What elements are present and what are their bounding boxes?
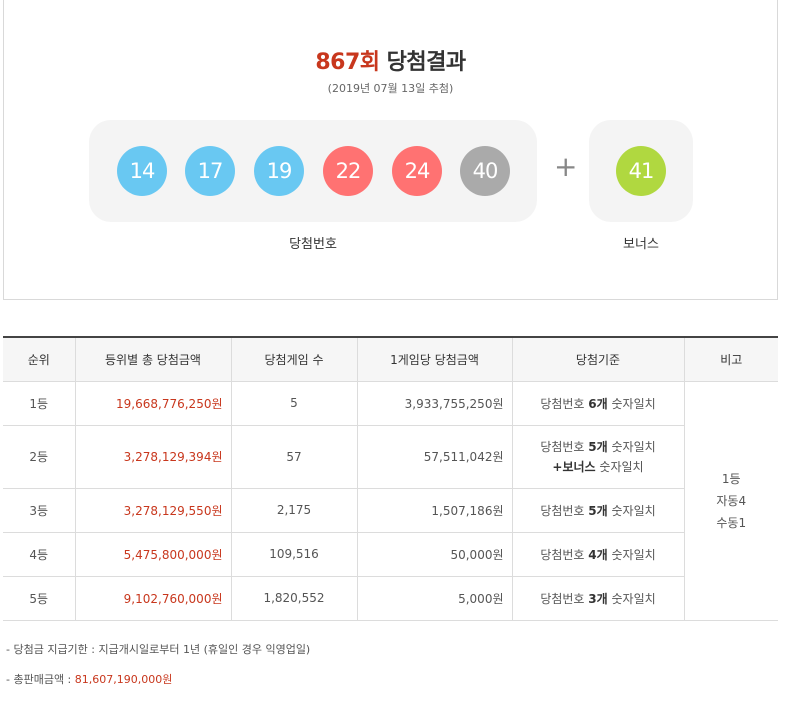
table-row: 1등 19,668,776,250원 5 3,933,755,250원 당첨번호… [3,380,778,621]
col-header-rank: 순위 [3,337,76,382]
criteria-text: 숫자일치 [607,547,656,562]
criteria-count: 3개 [588,591,608,606]
note-manual: 수동1 [716,515,747,530]
winning-games-cell: 109,516 [230,531,358,577]
table-header-row: 순위 등위별 총 당첨금액 당첨게임 수 1게임당 당첨금액 당첨기준 비고 [3,337,778,382]
criteria-bonus: +보너스 [552,459,596,474]
prize-per-game-cell: 3,933,755,250원 [356,380,513,426]
draw-title: 867회 당첨결과 [4,44,777,76]
winning-ball-5: 24 [392,146,442,196]
criteria-cell: 당첨번호 6개 숫자일치 [511,380,685,426]
rank-cell: 4등 [3,531,76,577]
plus-sign: + [554,150,578,183]
winning-ball-6: 40 [460,146,510,196]
criteria-text: 당첨번호 [540,439,589,454]
table-row: 2등 3,278,129,394원 57 57,511,042원 당첨번호 5개… [3,424,778,489]
total-sales-label: - 총판매금액 : [6,673,75,686]
criteria-text: 숫자일치 [607,503,656,518]
table-row: 5등 9,102,760,000원 1,820,552 5,000원 당첨번호 … [3,575,778,621]
total-prize-cell: 3,278,129,550원 [74,487,232,533]
note-auto: 자동4 [716,493,747,508]
winning-ball-2: 17 [185,146,235,196]
criteria-text: 숫자일치 [595,459,644,474]
round-number: 867회 [315,50,380,75]
prize-per-game-cell: 1,507,186원 [356,487,513,533]
total-prize-cell: 5,475,800,000원 [74,531,232,577]
winning-games-cell: 2,175 [230,487,358,533]
col-header-criteria: 당첨기준 [511,337,685,382]
prize-per-game-cell: 50,000원 [356,531,513,577]
winning-ball-1: 14 [117,146,167,196]
draw-date: (2019년 07월 13일 추첨) [327,82,454,95]
criteria-cell: 당첨번호 3개 숫자일치 [511,575,685,621]
total-prize-cell: 3,278,129,394원 [74,424,232,489]
rank-cell: 3등 [3,487,76,533]
criteria-cell: 당첨번호 4개 숫자일치 [511,531,685,577]
table-row: 3등 3,278,129,550원 2,175 1,507,186원 당첨번호 … [3,487,778,533]
col-header-winning-games: 당첨게임 수 [230,337,358,382]
winning-numbers-caption: 당첨번호 [289,237,337,252]
title-suffix: 당첨결과 [379,50,466,75]
winning-numbers-panel: 14 17 19 22 24 40 [89,120,537,222]
criteria-text: 당첨번호 [540,547,589,562]
table-row: 4등 5,475,800,000원 109,516 50,000원 당첨번호 4… [3,531,778,577]
criteria-count: 4개 [588,547,608,562]
bonus-ball: 41 [616,146,666,196]
criteria-text: 당첨번호 [540,396,589,411]
note-cell: 1등 자동4 수동1 [683,380,778,621]
criteria-cell: 당첨번호 5개 숫자일치 [511,487,685,533]
rank-cell: 1등 [3,380,76,426]
prize-table: 순위 등위별 총 당첨금액 당첨게임 수 1게임당 당첨금액 당첨기준 비고 1… [3,336,778,621]
criteria-text: 당첨번호 [540,591,589,606]
col-header-total-prize: 등위별 총 당첨금액 [74,337,232,382]
criteria-text: 숫자일치 [607,396,656,411]
winning-ball-3: 19 [254,146,304,196]
total-prize-cell: 9,102,760,000원 [74,575,232,621]
criteria-text: 당첨번호 [540,503,589,518]
draw-result-panel: 867회 당첨결과 (2019년 07월 13일 추첨) 14 17 19 22… [3,0,778,300]
bonus-caption: 보너스 [623,237,659,252]
total-prize-cell: 19,668,776,250원 [74,380,232,426]
criteria-text: 숫자일치 [607,591,656,606]
criteria-count: 6개 [588,396,608,411]
payment-deadline-note: - 당첨금 지급기한 : 지급개시일로부터 1년 (휴일인 경우 익영업일) [6,643,311,656]
rank-cell: 2등 [3,424,76,489]
criteria-cell: 당첨번호 5개 숫자일치 +보너스 숫자일치 [511,424,685,489]
winning-ball-4: 22 [323,146,373,196]
winning-games-cell: 5 [230,380,358,426]
notes-list: - 당첨금 지급기한 : 지급개시일로부터 1년 (휴일인 경우 익영업일) -… [6,641,310,701]
bonus-number-panel: 41 [589,120,693,222]
prize-per-game-cell: 57,511,042원 [356,424,513,489]
criteria-count: 5개 [588,503,608,518]
winning-games-cell: 1,820,552 [230,575,358,621]
rank-cell: 5등 [3,575,76,621]
note-rank: 1등 [721,471,741,486]
col-header-prize-per-game: 1게임당 당첨금액 [356,337,513,382]
criteria-count: 5개 [588,439,608,454]
winning-games-cell: 57 [230,424,358,489]
total-sales-note: - 총판매금액 : 81,607,190,000원 [6,671,310,687]
criteria-text: 숫자일치 [607,439,656,454]
total-sales-value: 81,607,190,000원 [74,673,173,686]
prize-per-game-cell: 5,000원 [356,575,513,621]
col-header-note: 비고 [683,337,778,382]
